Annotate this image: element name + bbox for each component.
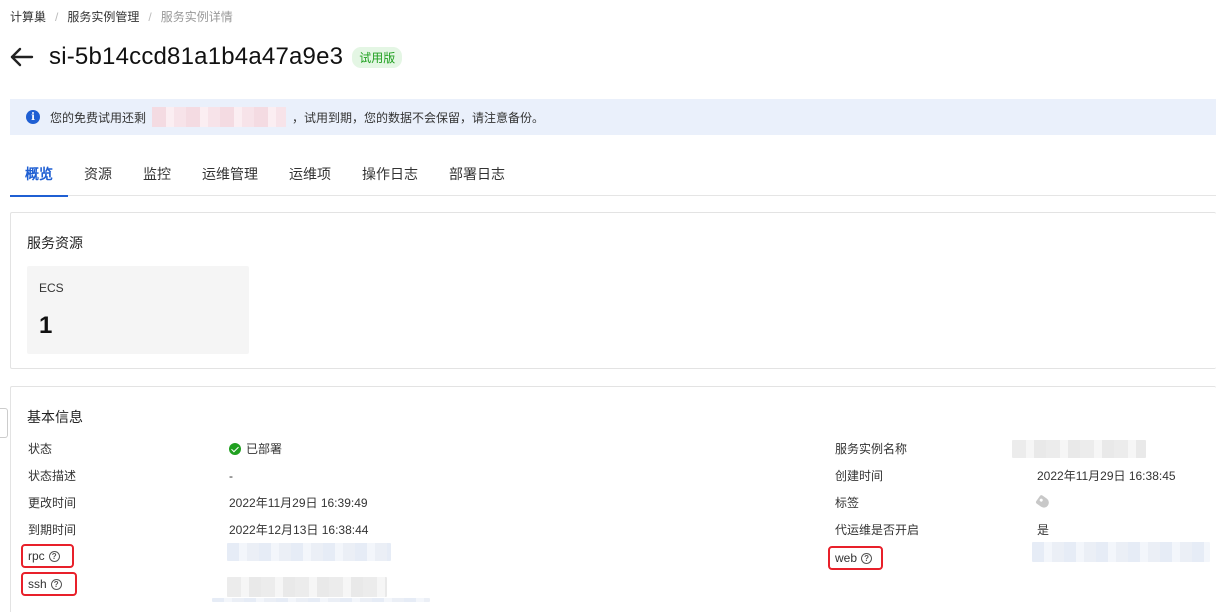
ssh-label-highlight: ssh ? [21, 572, 77, 596]
tab-resources[interactable]: 资源 [69, 153, 127, 196]
tab-ops-items[interactable]: 运维项 [274, 153, 346, 196]
rpc-label-highlight: rpc ? [21, 544, 74, 568]
breadcrumb-separator: / [55, 9, 59, 24]
value-managed-ops: 是 [1037, 523, 1050, 537]
value-ssh-redacted-underline [212, 598, 430, 602]
label-tags: 标签 [835, 496, 860, 510]
breadcrumb-item-service-instances[interactable]: 服务实例管理 [67, 8, 139, 25]
value-instance-name-redacted [1012, 440, 1146, 458]
tag-icon[interactable] [1035, 494, 1051, 510]
label-rpc: rpc [28, 549, 45, 563]
help-icon[interactable]: ? [50, 578, 62, 590]
label-web: web [835, 551, 858, 565]
label-instance-name: 服务实例名称 [835, 442, 908, 456]
value-status-description: - [229, 469, 233, 483]
trial-badge: 试用版 [352, 46, 403, 68]
label-status: 状态 [28, 442, 53, 456]
notice-suffix: ，试用到期，您的数据不会保留，请注意备份。 [292, 110, 545, 125]
basic-info-card: 基本信息 [10, 386, 1216, 612]
metric-value: 1 [39, 312, 53, 339]
help-icon[interactable]: ? [861, 552, 873, 564]
arrow-left-icon[interactable] [10, 44, 36, 70]
trial-notice-banner: i 您的免费试用还剩 ，试用到期，您的数据不会保留，请注意备份。 [10, 99, 1216, 135]
tab-bar: 概览 资源 监控 运维管理 运维项 操作日志 部署日志 [10, 153, 1216, 197]
label-expiry-time: 到期时间 [28, 523, 77, 537]
label-status-description: 状态描述 [28, 469, 77, 483]
label-managed-ops: 代运维是否开启 [835, 523, 920, 537]
page-title: si-5b14ccd81a1b4a47a9e3 [49, 43, 344, 70]
tab-deployment-logs[interactable]: 部署日志 [434, 153, 520, 196]
breadcrumb-separator: / [148, 9, 152, 24]
value-expiry-time: 2022年12月13日 16:38:44 [229, 523, 369, 537]
value-status: 已部署 [229, 441, 282, 457]
web-label-highlight: web ? [828, 546, 883, 570]
tab-monitoring[interactable]: 监控 [128, 153, 186, 196]
status-text: 已部署 [246, 442, 283, 456]
tab-operation-logs[interactable]: 操作日志 [347, 153, 433, 196]
page-header: si-5b14ccd81a1b4a47a9e3 试用版 [10, 42, 403, 72]
value-ssh-redacted[interactable] [227, 577, 387, 597]
service-resources-card: 服务资源 ECS 1 [10, 212, 1216, 369]
tab-overview[interactable]: 概览 [10, 153, 68, 197]
value-web-redacted[interactable] [1032, 542, 1210, 562]
info-icon: i [26, 110, 40, 124]
label-ssh: ssh [28, 577, 47, 591]
sidebar-toggle-handle[interactable] [0, 408, 8, 438]
notice-prefix: 您的免费试用还剩 [50, 110, 147, 125]
redacted-remaining-time [152, 107, 287, 127]
card-title: 基本信息 [27, 409, 83, 425]
breadcrumb: 计算巢 / 服务实例管理 / 服务实例详情 [10, 8, 233, 25]
label-created-time: 创建时间 [835, 469, 884, 483]
breadcrumb-item-current: 服务实例详情 [160, 10, 233, 24]
value-rpc-redacted[interactable] [227, 543, 391, 561]
help-icon[interactable]: ? [48, 550, 60, 562]
label-updated-time: 更改时间 [28, 496, 77, 510]
check-circle-icon [229, 443, 241, 455]
tab-ops-management[interactable]: 运维管理 [187, 153, 273, 196]
metric-label: ECS [39, 281, 64, 295]
value-updated-time: 2022年11月29日 16:39:49 [229, 496, 368, 510]
breadcrumb-item-compute-nest[interactable]: 计算巢 [10, 8, 46, 25]
value-tags [1035, 494, 1051, 511]
card-title: 服务资源 [27, 235, 83, 251]
value-created-time: 2022年11月29日 16:38:45 [1037, 469, 1176, 483]
ecs-metric-tile[interactable]: ECS 1 [27, 266, 249, 354]
